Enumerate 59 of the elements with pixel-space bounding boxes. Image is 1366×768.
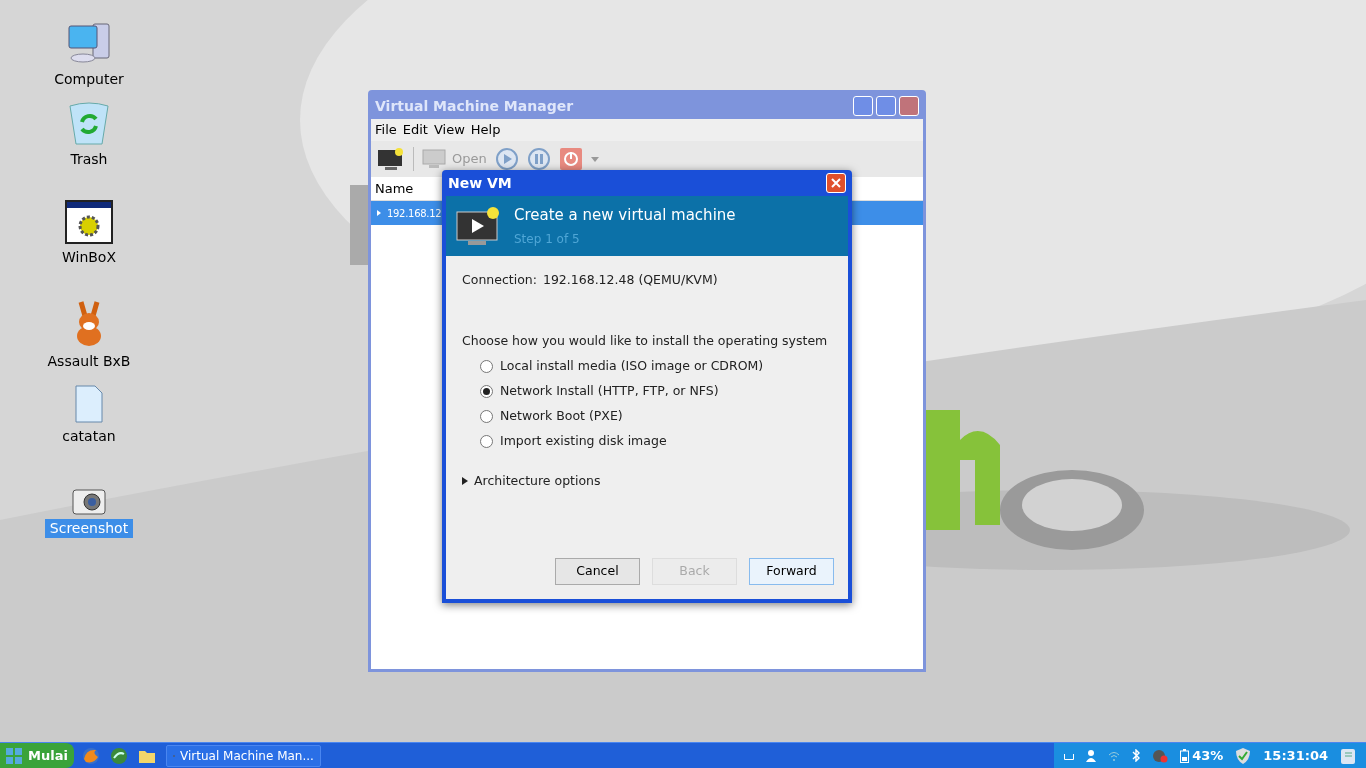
radio-option[interactable]: Network Boot (PXE) — [480, 403, 832, 429]
expander-arrow-icon[interactable] — [377, 210, 381, 216]
document-icon — [74, 385, 104, 423]
menu-item[interactable]: File — [375, 120, 397, 140]
expander-arrow-icon — [462, 476, 468, 485]
monitor-icon — [422, 149, 446, 169]
connection-label: Connection: — [462, 271, 537, 289]
radio-option[interactable]: Network Install (HTTP, FTP, or NFS) — [480, 378, 832, 404]
gear-window-icon — [65, 200, 113, 244]
pause-icon[interactable] — [526, 147, 551, 171]
menu-item[interactable]: Edit — [402, 120, 428, 140]
architecture-expander[interactable]: Architecture options — [462, 471, 601, 491]
computer-icon — [65, 20, 113, 66]
radio-option[interactable]: Import existing disk image — [480, 428, 832, 454]
maximize-button[interactable] — [876, 96, 896, 116]
battery-icon[interactable] — [1180, 748, 1190, 763]
desktop-icon-label[interactable]: catatan — [57, 427, 121, 446]
windows-logo-icon — [6, 747, 22, 764]
play-icon[interactable] — [494, 147, 519, 171]
desktop-icon-label[interactable]: Trash — [65, 150, 113, 169]
dropdown-caret-icon[interactable] — [590, 156, 599, 162]
desktop-icon-label[interactable]: WinBoX — [56, 248, 122, 267]
dialog-button[interactable]: Forward — [749, 558, 834, 585]
clock: 15:31:04 — [1263, 746, 1328, 765]
user-icon[interactable] — [1086, 749, 1097, 762]
notes-icon[interactable] — [1340, 746, 1356, 765]
monitor-play-icon — [456, 206, 502, 246]
desktop-icon-label[interactable]: Computer — [49, 70, 129, 89]
connection-value: 192.168.12.48 (QEMU/KVM) — [542, 271, 718, 289]
radio-button[interactable] — [480, 434, 493, 448]
install-prompt: Choose how you would like to install the operating system — [462, 331, 829, 350]
dialog-button[interactable]: Cancel — [555, 558, 640, 585]
power-icon[interactable] — [558, 147, 583, 171]
taskbar-task[interactable]: Virtual Machine Man... — [165, 744, 321, 767]
orb-icon[interactable] — [109, 746, 128, 765]
minimize-button[interactable] — [853, 96, 873, 116]
browser-icon[interactable] — [81, 746, 100, 765]
radio-button[interactable] — [480, 384, 493, 398]
trash-icon — [66, 100, 112, 146]
close-button[interactable] — [899, 96, 919, 116]
desktop-icon-label[interactable]: Assault BxB — [42, 352, 136, 371]
keyboard-icon[interactable] — [1064, 751, 1075, 760]
volume-muted-icon[interactable] — [1152, 748, 1169, 763]
dialog-title: New VM — [448, 173, 512, 193]
menu-item[interactable]: View — [433, 120, 465, 140]
new-vm-icon[interactable] — [377, 147, 405, 171]
wifi-icon[interactable] — [1108, 750, 1121, 761]
step-indicator: Step 1 of 5 — [514, 231, 581, 249]
battery-percentage: 43% — [1192, 746, 1224, 765]
shield-check-icon[interactable] — [1235, 746, 1252, 765]
close-icon — [831, 178, 841, 188]
dialog-heading: Create a new virtual machine — [514, 204, 736, 226]
close-button[interactable] — [826, 173, 846, 193]
radio-button[interactable] — [480, 359, 493, 373]
bluetooth-icon[interactable] — [1132, 749, 1141, 762]
radio-button[interactable] — [480, 409, 493, 423]
menu-item[interactable]: Help — [470, 120, 501, 140]
window-title: Virtual Machine Manager — [375, 96, 574, 116]
radio-option[interactable]: Local install media (ISO image or CDROM) — [480, 353, 832, 379]
